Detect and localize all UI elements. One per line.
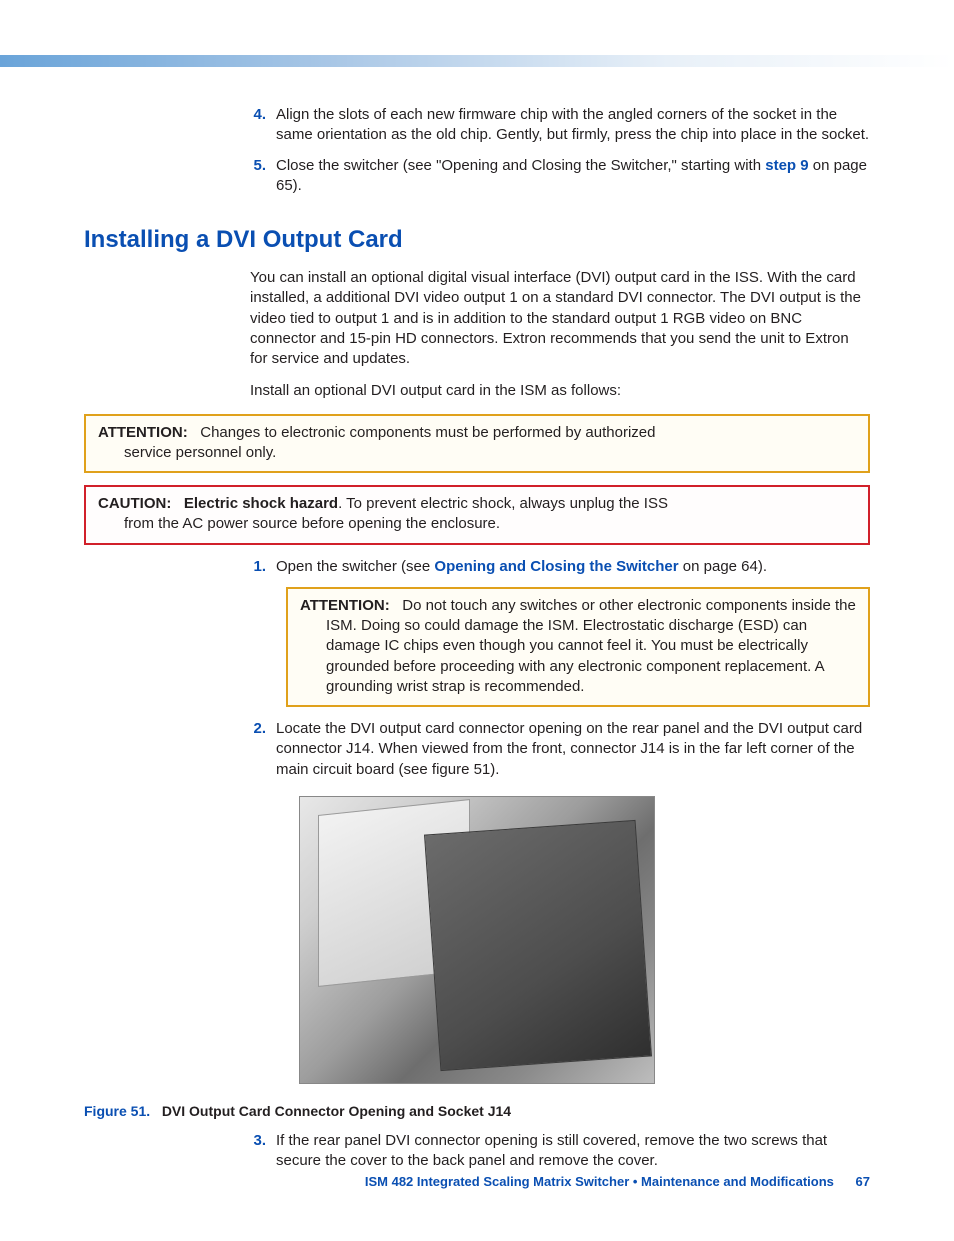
attention-label: ATTENTION:	[300, 597, 390, 614]
step-number: 5.	[250, 156, 276, 176]
intro-paragraph-2: Install an optional DVI output card in t…	[250, 381, 870, 401]
text: on page 64).	[679, 558, 767, 575]
footer-title: ISM 482 Integrated Scaling Matrix Switch…	[365, 1174, 834, 1189]
attention-text: Changes to electronic components must be…	[200, 424, 655, 441]
attention-label: ATTENTION:	[98, 424, 188, 441]
figure-title: DVI Output Card Connector Opening and So…	[162, 1103, 511, 1119]
continued-steps-list: 4. Align the slots of each new firmware …	[250, 105, 870, 196]
install-steps-list: 1. Open the switcher (see Opening and Cl…	[250, 557, 870, 577]
attention-box: ATTENTION: Changes to electronic compone…	[84, 414, 870, 474]
cross-ref-link[interactable]: step 9	[765, 157, 808, 174]
page-footer: ISM 482 Integrated Scaling Matrix Switch…	[0, 1174, 870, 1189]
caution-box: CAUTION: Electric shock hazard. To preve…	[84, 485, 870, 545]
caution-text-cont: from the AC power source before opening …	[98, 514, 856, 534]
install-steps-list-cont: 2. Locate the DVI output card connector …	[250, 719, 870, 780]
step-text: Close the switcher (see "Opening and Clo…	[276, 156, 870, 197]
step-number: 2.	[250, 719, 276, 739]
install-steps-list-cont2: 3. If the rear panel DVI connector openi…	[250, 1131, 870, 1172]
step-text: Locate the DVI output card connector ope…	[276, 719, 870, 780]
intro-paragraph: You can install an optional digital visu…	[250, 268, 870, 369]
step-number: 3.	[250, 1131, 276, 1151]
caution-text: . To prevent electric shock, always unpl…	[338, 495, 668, 512]
attention-text-cont: ISM. Doing so could damage the ISM. Elec…	[300, 616, 856, 697]
cross-ref-link[interactable]: Opening and Closing the Switcher	[434, 558, 678, 575]
list-item: 1. Open the switcher (see Opening and Cl…	[250, 557, 870, 577]
figure-label: Figure 51.	[84, 1103, 150, 1119]
list-item: 5. Close the switcher (see "Opening and …	[250, 156, 870, 197]
header-gradient-bar	[0, 55, 954, 67]
step-text: If the rear panel DVI connector opening …	[276, 1131, 870, 1172]
figure-container	[84, 796, 870, 1089]
attention-text: Do not touch any switches or other elect…	[402, 597, 856, 614]
text: Close the switcher (see "Opening and Clo…	[276, 157, 765, 174]
list-item: 4. Align the slots of each new firmware …	[250, 105, 870, 146]
step-text: Align the slots of each new firmware chi…	[276, 105, 870, 146]
list-item: 3. If the rear panel DVI connector openi…	[250, 1131, 870, 1172]
step-number: 4.	[250, 105, 276, 125]
step-text: Open the switcher (see Opening and Closi…	[276, 557, 870, 577]
attention-box: ATTENTION: Do not touch any switches or …	[286, 587, 870, 707]
figure-caption: Figure 51. DVI Output Card Connector Ope…	[84, 1103, 870, 1119]
list-item: 2. Locate the DVI output card connector …	[250, 719, 870, 780]
section-heading: Installing a DVI Output Card	[84, 226, 870, 254]
step-number: 1.	[250, 557, 276, 577]
figure-image	[299, 796, 655, 1084]
attention-text-cont: service personnel only.	[98, 443, 856, 463]
caution-label: CAUTION:	[98, 495, 171, 512]
text: Open the switcher (see	[276, 558, 434, 575]
caution-hazard: Electric shock hazard	[184, 495, 338, 512]
page-number: 67	[856, 1174, 870, 1189]
